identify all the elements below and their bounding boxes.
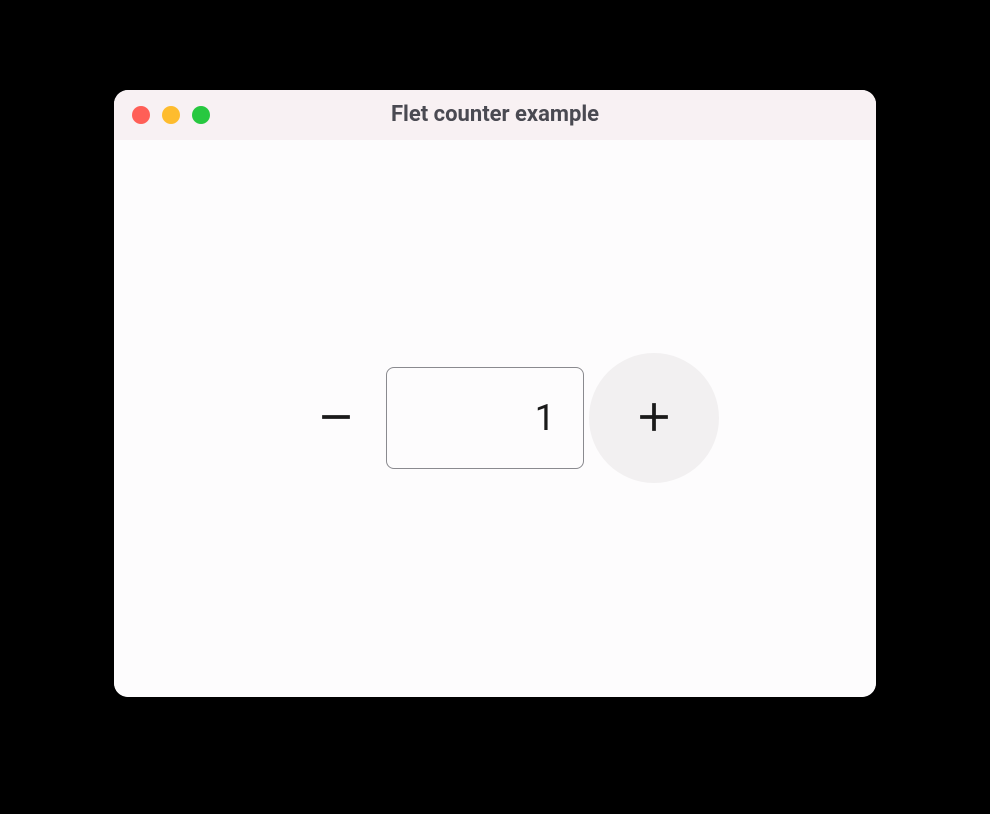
app-window: Flet counter example xyxy=(114,90,876,697)
counter-input[interactable] xyxy=(386,367,584,469)
close-button[interactable] xyxy=(132,106,150,124)
window-content xyxy=(114,140,876,697)
minus-icon xyxy=(318,399,354,438)
zoom-button[interactable] xyxy=(192,106,210,124)
minimize-button[interactable] xyxy=(162,106,180,124)
window-title: Flet counter example xyxy=(391,102,599,127)
counter-row xyxy=(271,353,719,483)
increment-button[interactable] xyxy=(589,353,719,483)
plus-icon xyxy=(636,399,672,438)
traffic-lights xyxy=(132,106,210,124)
titlebar: Flet counter example xyxy=(114,90,876,140)
decrement-button[interactable] xyxy=(271,353,401,483)
